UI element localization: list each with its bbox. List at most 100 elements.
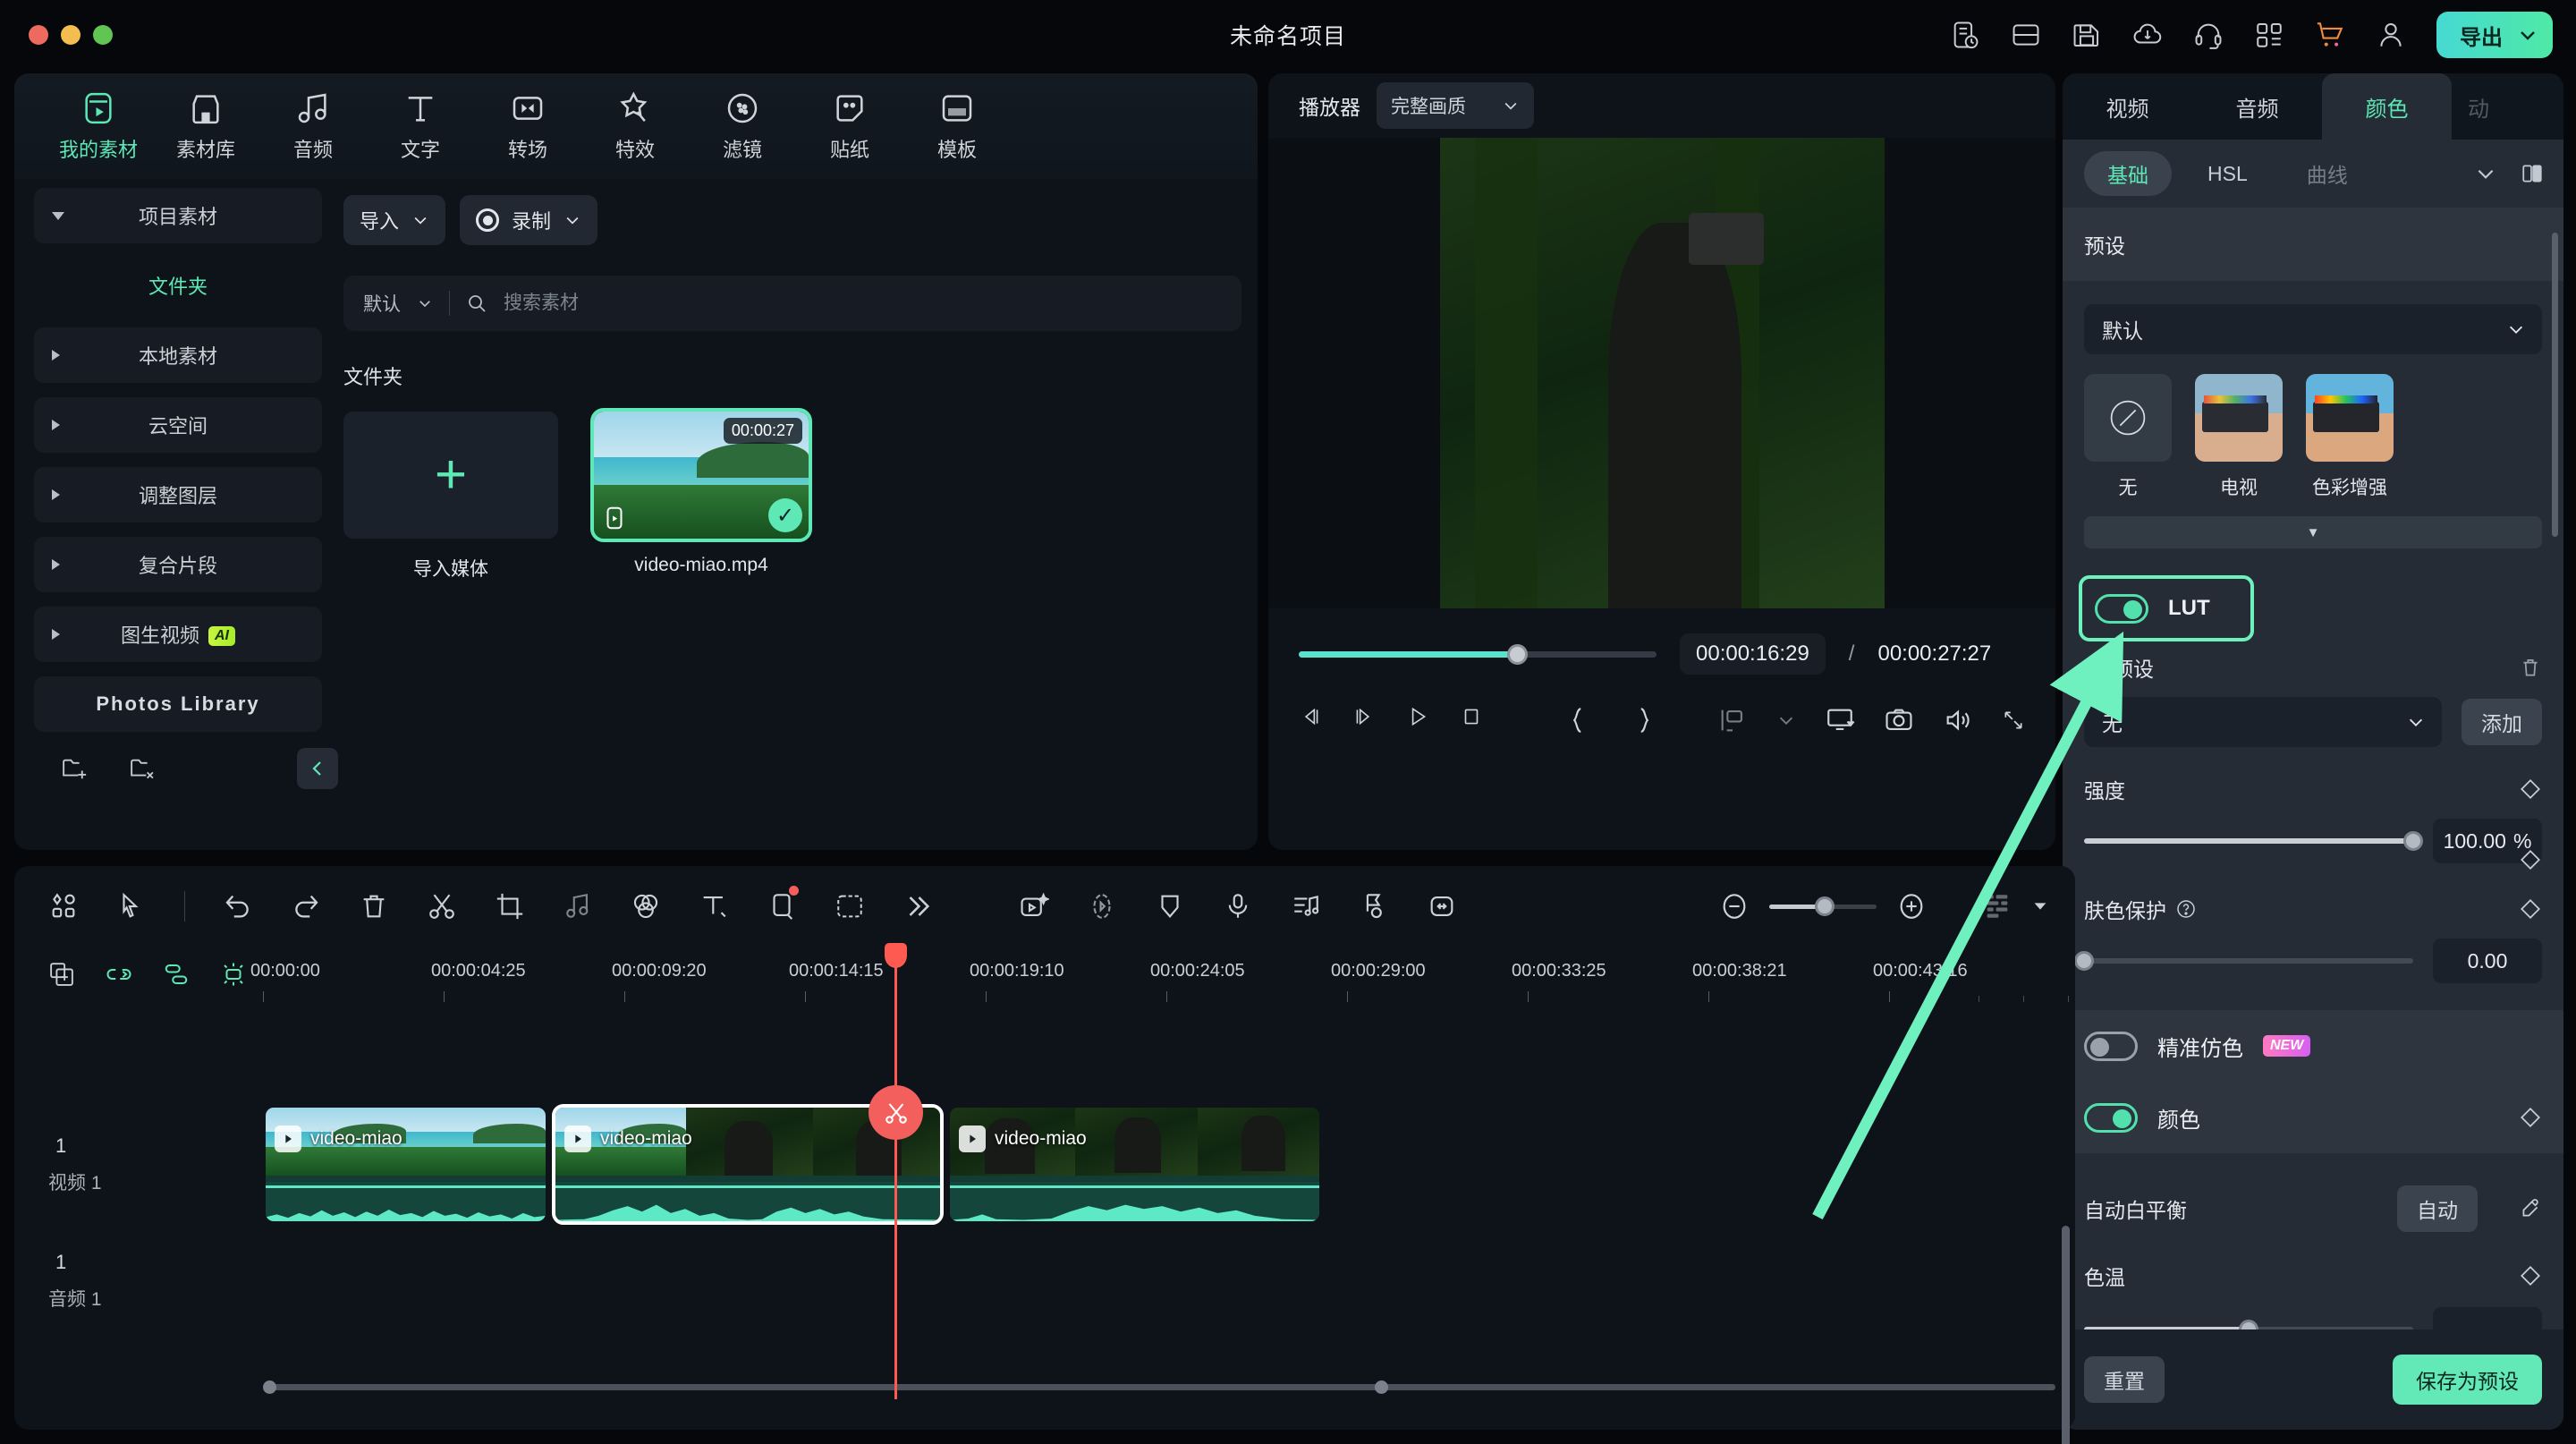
chevron-down-icon[interactable] [2474, 162, 2497, 185]
color-icon[interactable] [631, 891, 661, 922]
skin-protect-slider[interactable] [2074, 951, 2413, 971]
skin-keyframe-icon[interactable] [2519, 897, 2542, 921]
crop-icon[interactable] [495, 891, 525, 922]
sidebar-item-image-to-video[interactable]: 图生视频 AI [34, 607, 322, 662]
undo-icon[interactable] [223, 891, 253, 922]
playhead[interactable] [869, 943, 923, 1399]
import-button[interactable]: 导入 [343, 195, 446, 245]
timeline-ruler[interactable]: 00:00:00 00:00:04:25 00:00:09:20 00:00:1… [250, 947, 2075, 1002]
chevron-down-icon[interactable] [1776, 710, 1796, 730]
sidebar-item-compound-clip[interactable]: 复合片段 [34, 537, 322, 592]
lut-toggle-switch[interactable] [2095, 593, 2148, 624]
mask-icon[interactable] [767, 886, 799, 922]
delete-icon[interactable] [359, 891, 389, 922]
nav-item-stock-library[interactable]: 素材库 [152, 90, 259, 163]
apps-grid-icon[interactable] [2254, 20, 2284, 50]
cloud-upload-icon[interactable] [2132, 20, 2163, 50]
link-icon[interactable] [106, 961, 132, 988]
nav-item-sticker[interactable]: 贴纸 [796, 90, 903, 163]
media-cell-import[interactable]: + 导入媒体 [343, 412, 558, 582]
nav-item-template[interactable]: 模板 [903, 90, 1011, 163]
lut-keyframe-icon[interactable] [2519, 848, 2542, 871]
split-at-playhead-button[interactable] [869, 1085, 923, 1140]
intensity-slider-knob[interactable] [2403, 831, 2423, 851]
auto-white-balance-button[interactable]: 自动 [2397, 1185, 2478, 1232]
temperature-keyframe-icon[interactable] [2519, 1264, 2542, 1287]
play-icon[interactable] [1406, 705, 1429, 735]
nav-item-text[interactable]: 文字 [367, 90, 474, 163]
record-button[interactable]: 录制 [460, 195, 598, 245]
stop-icon[interactable] [1460, 705, 1483, 735]
search-input[interactable] [504, 293, 1222, 314]
render-range-icon[interactable] [1717, 705, 1748, 735]
video-preview[interactable] [1439, 138, 1885, 608]
snap-icon[interactable] [220, 961, 247, 988]
quality-select[interactable]: 完整画质 [1377, 82, 1534, 129]
sort-label[interactable]: 默认 [363, 290, 401, 317]
intensity-keyframe-icon[interactable] [2519, 777, 2542, 801]
new-folder-icon[interactable] [61, 755, 88, 782]
timeline-clip[interactable]: video-miao [266, 1108, 546, 1221]
subtab-hsl[interactable]: HSL [2184, 151, 2271, 196]
task-list-icon[interactable] [1950, 20, 1980, 50]
prev-frame-icon[interactable] [1299, 705, 1322, 735]
nav-item-my-media[interactable]: 我的素材 [45, 90, 152, 163]
preset-item-tv[interactable]: 电视 [2195, 374, 2283, 500]
redo-icon[interactable] [291, 891, 321, 922]
playback-progress-knob[interactable] [1507, 643, 1528, 665]
sidebar-item-project-media[interactable]: 项目素材 [34, 188, 322, 243]
sidebar-item-photos-library[interactable]: Photos Library [34, 676, 322, 732]
expand-presets-button[interactable]: ▼ [2084, 516, 2542, 548]
temperature-value-field[interactable] [2433, 1307, 2542, 1329]
zoom-in-icon[interactable] [1896, 891, 1927, 922]
mic-icon[interactable] [1223, 891, 1253, 922]
account-icon[interactable] [2376, 20, 2406, 50]
chevron-down-icon[interactable] [564, 211, 581, 229]
preset-dropdown[interactable]: 默认 [2084, 304, 2542, 354]
skin-slider-knob[interactable] [2074, 951, 2094, 971]
chevron-down-icon[interactable] [417, 295, 433, 311]
ai-video-icon[interactable] [1019, 891, 1050, 922]
snapshot-icon[interactable] [1884, 705, 1914, 735]
color-keyframe-icon[interactable] [2519, 1106, 2542, 1129]
export-button[interactable]: 导出 [2436, 12, 2553, 58]
expand-icon[interactable] [2002, 709, 2025, 732]
fit-icon[interactable] [1427, 891, 1457, 922]
add-lut-button[interactable]: 添加 [2462, 699, 2542, 745]
fullscreen-display-icon[interactable] [1825, 705, 1855, 735]
track-settings-icon[interactable] [1982, 891, 2012, 922]
headset-icon[interactable] [2193, 20, 2224, 50]
layout-icon[interactable] [2011, 20, 2041, 50]
inspector-scroll[interactable]: 预设 默认 无 电视 色彩增强 ▼ LUT Lut预设 无 添加 强度 100.… [2063, 208, 2563, 1329]
zoom-slider[interactable] [1769, 896, 1877, 916]
timeline-clip[interactable]: video-miao [950, 1108, 1319, 1221]
tab-animation[interactable]: 动 [2452, 73, 2505, 140]
import-media-tile[interactable]: + [343, 412, 558, 539]
sidebar-item-local-media[interactable]: 本地素材 [34, 327, 322, 383]
nav-item-audio[interactable]: 音频 [259, 90, 367, 163]
subtab-curve[interactable]: 曲线 [2284, 151, 2371, 196]
chevron-down-icon[interactable] [2506, 319, 2526, 339]
playback-progress-track[interactable] [1299, 643, 1657, 665]
chevron-down-icon[interactable] [2517, 24, 2538, 46]
nav-item-transition[interactable]: 转场 [474, 90, 581, 163]
nav-item-filter[interactable]: 滤镜 [689, 90, 796, 163]
tab-audio[interactable]: 音频 [2192, 73, 2322, 140]
ai-color-row[interactable]: 精准仿色 NEW [2063, 1010, 2563, 1082]
subtab-basic[interactable]: 基础 [2084, 151, 2172, 196]
color-toggle-switch[interactable] [2084, 1102, 2138, 1133]
timeline-vscrollbar[interactable] [2062, 1226, 2070, 1444]
chevron-down-icon[interactable] [2406, 712, 2426, 732]
marker-icon[interactable] [1359, 891, 1389, 922]
skin-value-field[interactable]: 0.00 [2433, 939, 2542, 983]
eyedropper-icon[interactable] [2519, 1197, 2542, 1220]
nav-item-effects[interactable]: 特效 [581, 90, 689, 163]
add-track-icon[interactable] [48, 961, 75, 988]
more-icon[interactable] [902, 891, 933, 922]
chevron-down-icon[interactable] [411, 211, 429, 229]
inspector-scrollbar[interactable] [2552, 233, 2558, 537]
save-icon[interactable] [2072, 20, 2102, 50]
help-icon[interactable] [2175, 898, 2197, 920]
media-cell-video[interactable]: 00:00:27 ✓ video-miao.mp4 [590, 408, 812, 582]
tab-color[interactable]: 颜色 [2322, 73, 2452, 140]
